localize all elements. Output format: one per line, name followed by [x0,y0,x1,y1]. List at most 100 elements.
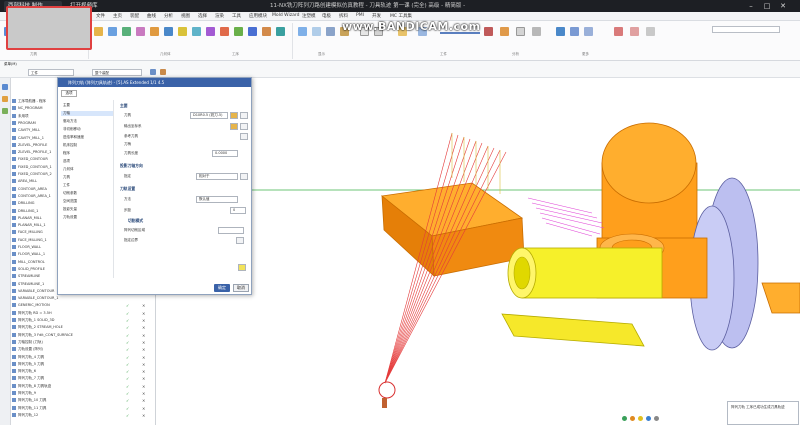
stop-icon[interactable] [484,27,493,36]
menu-select[interactable]: 选择 [198,13,207,19]
reference-icon[interactable] [240,133,248,140]
menu-analysis[interactable]: 分析 [164,13,173,19]
orange-cylinder-part[interactable] [601,122,698,244]
verify-icon[interactable] [234,27,243,36]
collision-icon[interactable] [532,27,541,36]
menu-label[interactable]: 菜单(M) [4,62,17,67]
part-nav-icon[interactable] [2,96,8,102]
new-tool-icon[interactable] [240,112,248,119]
layer-icon[interactable] [136,27,145,36]
drill-icon[interactable] [178,27,187,36]
tool-length-input[interactable]: 0.0000 [212,150,238,157]
dialog-category-item[interactable]: 空间范围 [63,199,77,204]
scope-select[interactable]: 整个装配 [92,69,142,76]
gouge-check-icon[interactable] [516,27,525,36]
turn-icon[interactable] [192,27,201,36]
dialog-category-item[interactable]: 驱动方法 [63,119,77,124]
vector-icon[interactable] [240,173,248,180]
navigator-row[interactable]: 阵列刀轨 RD = 3.5H ✓ ✕ [12,310,155,317]
navigator-row[interactable]: 刀轨设置 (阵列) ✓ ✕ [12,346,155,353]
pattern-input[interactable] [218,227,244,234]
dialog-category-item[interactable]: 选项 [63,159,70,164]
dialog-category-item[interactable]: 刀轨设置 [63,215,77,220]
feature-icon[interactable] [150,27,159,36]
bracket-part[interactable] [761,282,800,314]
notification-popup[interactable]: 阵列刀轨 工序已成功生成刀具轨迹 [727,401,799,425]
navigator-row[interactable]: 阵列刀轨_3 Fdit_CONT_SURFACE ✓ ✕ [12,332,155,339]
menu-home[interactable]: 主页 [113,13,122,19]
menu-electrode[interactable]: 电极 [322,13,331,19]
axis-select[interactable]: 相对于 [196,173,238,180]
menu-mold-wizard[interactable]: Mold Wizard [272,13,300,18]
yellow-tube-part[interactable] [507,247,663,299]
dialog-category-item[interactable]: 切削参数 [63,191,77,196]
step-input[interactable]: 0 [230,207,246,214]
dialog-category-item[interactable]: 刀具 [63,175,70,180]
dialog-category-item[interactable]: 主要 [63,103,70,108]
info-icon[interactable] [584,27,593,36]
replay-icon[interactable] [312,27,321,36]
yellow-plate-part[interactable] [501,313,645,347]
menu-file[interactable]: 文件 [96,13,105,19]
navigator-row[interactable]: 阵列刀轨_10 刀具 ✓ ✕ [12,397,155,404]
part-icon[interactable] [94,27,103,36]
menu-apps[interactable]: 应用模块 [249,13,267,19]
postprocess-icon[interactable] [248,27,257,36]
point-icon[interactable] [160,69,166,75]
menu-pmi[interactable]: PMI [356,13,364,18]
navigator-row[interactable]: 刀轴控制 (刀轨) ✓ ✕ [12,339,155,346]
menu-curve[interactable]: 曲线 [147,13,156,19]
options-button[interactable]: 选项 [61,90,77,97]
edit-tool-icon[interactable] [230,112,238,119]
navigator-row[interactable]: 阵列刀轨_5 刀具 ✓ ✕ [12,361,155,368]
menu-view[interactable]: 视图 [181,13,190,19]
cancel-button[interactable]: 取消 [233,284,249,292]
display-csys-icon[interactable] [240,123,248,130]
navigator-row[interactable]: 阵列刀轨_4 刀具 ✓ ✕ [12,354,155,361]
navigator-row[interactable]: 阵列刀轨_6 ✓ ✕ [12,368,155,375]
tool-select[interactable]: D10R0.5 (铣刀-5) [190,112,228,119]
output-icon[interactable] [276,27,285,36]
macro-icon[interactable] [630,27,639,36]
graphics-viewport[interactable] [252,78,800,425]
ok-button[interactable]: 确定 [214,284,230,292]
menu-render[interactable]: 渲染 [215,13,224,19]
section-tool-axis[interactable]: 投影刀轴方向 [120,163,143,169]
navigator-row[interactable]: 阵列刀轨_7 刀具 ✓ ✕ [12,375,155,382]
navigator-row[interactable]: 阵列刀轨_11 刀具 ✓ ✕ [12,405,155,412]
wire-icon[interactable] [206,27,215,36]
method-select[interactable]: 默认值 [196,196,238,203]
dialog-category-item[interactable]: 机床控制 [63,143,77,148]
generate-icon[interactable] [326,27,335,36]
dialog-category-item[interactable]: 非切削移动 [63,127,81,132]
measure-icon[interactable] [570,27,579,36]
history-icon[interactable] [2,108,8,114]
csys-icon[interactable] [230,123,238,130]
menu-injection-mold[interactable]: 注塑模 [302,13,316,19]
menu-develop[interactable]: 开发 [372,13,381,19]
dialog-category-item[interactable]: 投影矢量 [63,207,77,212]
filter-select[interactable]: 工件 [28,69,74,76]
analysis-icon[interactable] [556,27,565,36]
navigator-row[interactable]: 阵列刀轨_9 ✓ ✕ [12,390,155,397]
shopdoc-icon[interactable] [262,27,271,36]
menu-assembly[interactable]: 装配 [130,13,139,19]
dialog-category-item[interactable]: 工件 [63,183,70,188]
navigator-row[interactable]: 阵列刀轨_12 ✓ ✕ [12,412,155,419]
dialog-category-item[interactable]: 进给率和速度 [63,135,84,140]
dialog-category-item[interactable]: 几何体 [63,167,74,172]
snap-icon[interactable] [150,69,156,75]
more-icon[interactable] [614,27,623,36]
command-search-input[interactable] [712,26,780,33]
simulate-icon[interactable] [220,27,229,36]
menu-split[interactable]: 拆料 [339,13,348,19]
section-sub[interactable]: 切削模式 [128,218,143,224]
navigator-row[interactable]: 阵列刀轨_8 刀具轨迹 ✓ ✕ [12,383,155,390]
settings-icon[interactable] [646,27,655,36]
blank-icon[interactable] [108,27,117,36]
maximize-icon[interactable]: □ [760,0,774,12]
minimize-icon[interactable]: – [744,0,758,12]
display-icon[interactable] [298,27,307,36]
help-icon[interactable] [238,264,246,271]
navigator-icon[interactable] [2,84,8,90]
